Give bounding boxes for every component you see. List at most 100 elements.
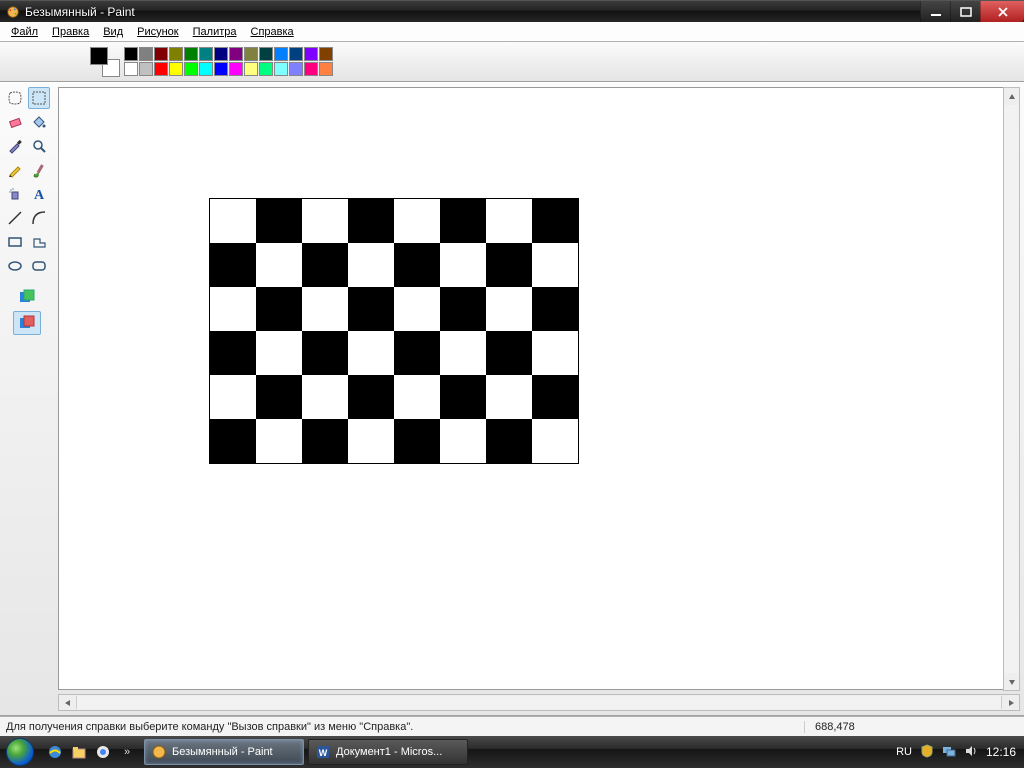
palette-swatch[interactable] [304,62,318,76]
main-area: A [0,82,1024,716]
palette-swatch[interactable] [139,47,153,61]
menu-file[interactable]: Файл [4,24,45,40]
tool-brush[interactable] [28,159,50,181]
tool-transparent-mode[interactable] [13,311,41,335]
checker-cell [348,287,394,331]
palette-swatch[interactable] [184,47,198,61]
palette-swatch[interactable] [274,47,288,61]
palette-swatch[interactable] [319,62,333,76]
checker-cell [348,243,394,287]
menu-image[interactable]: Рисунок [130,24,186,40]
tray-language[interactable]: RU [896,746,912,758]
palette-swatch[interactable] [124,47,138,61]
menu-edit[interactable]: Правка [45,24,96,40]
menu-palette[interactable]: Палитра [186,24,244,40]
menu-view[interactable]: Вид [96,24,130,40]
tool-curve[interactable] [28,207,50,229]
tool-polygon[interactable] [28,231,50,253]
tool-line[interactable] [4,207,26,229]
palette-swatch[interactable] [169,47,183,61]
canvas-viewport[interactable] [58,87,1020,690]
scroll-up-arrow[interactable] [1004,88,1019,105]
palette-swatch[interactable] [154,47,168,61]
ql-chrome[interactable] [92,740,114,764]
tool-eraser[interactable] [4,111,26,133]
scroll-track[interactable] [76,696,1002,709]
palette-swatch[interactable] [124,62,138,76]
tool-rect-select[interactable] [28,87,50,109]
palette-swatch[interactable] [229,62,243,76]
window-title: Безымянный - Paint [25,5,920,19]
taskbar-item-paint[interactable]: Безымянный - Paint [144,739,304,765]
checker-cell [256,419,302,463]
checker-cell [348,419,394,463]
checker-cell [440,419,486,463]
tool-airbrush[interactable] [4,183,26,205]
palette-swatch[interactable] [244,62,258,76]
tool-pencil[interactable] [4,159,26,181]
scroll-right-arrow[interactable] [1002,695,1019,710]
palette-swatch[interactable] [259,62,273,76]
ql-expand[interactable]: » [116,740,138,764]
taskbar: » Безымянный - Paint W Документ1 - Micro… [0,736,1024,768]
palette-swatch[interactable] [289,62,303,76]
menu-help[interactable]: Справка [244,24,301,40]
tray-clock[interactable]: 12:16 [986,745,1016,759]
checker-cell [532,375,578,419]
checker-cell [210,331,256,375]
palette-swatch[interactable] [259,47,273,61]
tool-text[interactable]: A [28,183,50,205]
palette-swatch[interactable] [154,62,168,76]
palette-swatch[interactable] [304,47,318,61]
tool-magnifier[interactable] [28,135,50,157]
palette-swatch[interactable] [214,62,228,76]
maximize-button[interactable] [950,1,980,22]
canvas[interactable] [59,88,1019,690]
status-hint: Для получения справки выберите команду "… [0,721,804,733]
palette-swatch[interactable] [169,62,183,76]
tray-shield-icon[interactable] [920,744,934,761]
scroll-track[interactable] [1004,105,1019,673]
close-button[interactable] [980,1,1024,22]
fg-bg-colors[interactable] [90,47,120,77]
tool-opaque-mode[interactable] [13,285,41,309]
palette-swatch[interactable] [214,47,228,61]
palette-swatch[interactable] [199,62,213,76]
checker-cell [440,199,486,243]
palette-swatch[interactable] [244,47,258,61]
scroll-left-arrow[interactable] [59,695,76,710]
palette-swatch[interactable] [274,62,288,76]
checker-cell [348,331,394,375]
checker-cell [302,331,348,375]
palette-swatch[interactable] [199,47,213,61]
tool-free-select[interactable] [4,87,26,109]
palette-swatch[interactable] [289,47,303,61]
vertical-scrollbar[interactable] [1003,87,1020,691]
quick-launch: » [40,740,142,764]
ql-explorer[interactable] [68,740,90,764]
checker-cell [348,199,394,243]
start-orb-icon [6,738,34,766]
horizontal-scrollbar[interactable] [58,694,1020,711]
tool-ellipse[interactable] [4,255,26,277]
ql-ie[interactable] [44,740,66,764]
tool-fill[interactable] [28,111,50,133]
scroll-down-arrow[interactable] [1004,673,1019,690]
foreground-color[interactable] [90,47,108,65]
palette-swatch[interactable] [184,62,198,76]
taskbar-item-word[interactable]: W Документ1 - Micros... [308,739,468,765]
tray-network-icon[interactable] [942,744,956,761]
paint-task-icon [151,744,167,760]
tool-rounded-rect[interactable] [28,255,50,277]
palette-swatch[interactable] [139,62,153,76]
tool-rectangle[interactable] [4,231,26,253]
start-button[interactable] [0,736,40,768]
tool-picker[interactable] [4,135,26,157]
checker-cell [486,287,532,331]
tray-volume-icon[interactable] [964,744,978,761]
status-coords: 688,478 [804,721,964,733]
checker-cell [394,419,440,463]
minimize-button[interactable] [920,1,950,22]
palette-swatch[interactable] [319,47,333,61]
palette-swatch[interactable] [229,47,243,61]
